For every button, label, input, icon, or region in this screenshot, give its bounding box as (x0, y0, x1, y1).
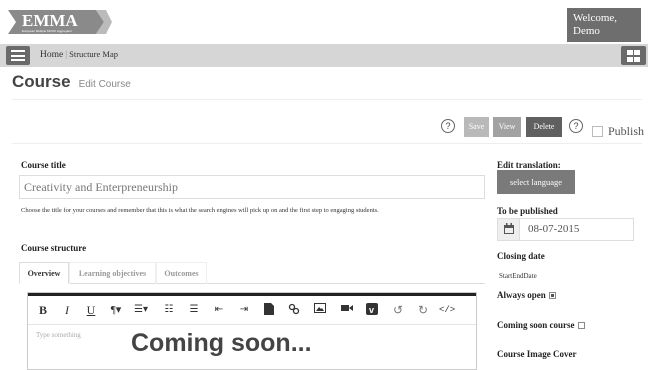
svg-text:v: v (369, 305, 374, 315)
video-icon[interactable] (341, 303, 355, 317)
coming-soon-checkbox[interactable] (577, 322, 585, 329)
help-icon[interactable]: ? (441, 119, 455, 133)
publish-label: Publish (608, 124, 645, 138)
top-header: EMMA European Multiple MOOC Aggregator W… (0, 0, 648, 44)
breadcrumb-current[interactable]: Structure Map (69, 49, 118, 59)
coming-soon-overlay: Coming soon... (131, 329, 312, 357)
coming-soon-option: Coming soon course (497, 320, 585, 330)
always-open-option: Always open (497, 290, 556, 300)
welcome-user-menu[interactable]: Welcome, Demo (567, 8, 641, 42)
emma-logo[interactable]: EMMA European Multiple MOOC Aggregator (8, 8, 112, 36)
breadcrumb-separator: | (65, 50, 68, 60)
save-button[interactable]: Save (464, 117, 489, 137)
calendar-icon[interactable] (498, 219, 520, 240)
username: Demo (573, 25, 600, 37)
page-title-main: Course (12, 72, 71, 91)
grid-view-button[interactable] (621, 46, 646, 65)
course-structure-tabs: Overview Learning objectives Outcomes (19, 262, 485, 284)
tab-learning-objectives[interactable]: Learning objectives (69, 262, 156, 284)
course-structure-label: Course structure (21, 243, 87, 253)
svg-text:EMMA: EMMA (22, 11, 78, 30)
unordered-list-icon[interactable]: ☰ (187, 303, 201, 317)
code-view-icon[interactable]: </> (439, 303, 455, 317)
breadcrumb-home-link[interactable]: Home (40, 50, 63, 60)
publish-help-icon[interactable]: ? (569, 119, 583, 133)
navigation-bar: Home | Structure Map (0, 44, 648, 67)
vimeo-icon[interactable]: v (366, 303, 380, 317)
course-title-label: Course title (21, 160, 66, 170)
publish-date-field[interactable]: 08-07-2015 (497, 218, 634, 241)
svg-text:European Multiple MOOC Aggrega: European Multiple MOOC Aggregator (22, 29, 72, 33)
editor-top-border (28, 293, 476, 296)
select-language-button[interactable]: select language (497, 170, 575, 194)
indent-icon[interactable]: ⇥ (237, 303, 251, 317)
closing-date-label: Closing date (497, 251, 545, 261)
document-icon[interactable] (264, 303, 276, 317)
menu-toggle-button[interactable] (6, 46, 30, 65)
delete-button[interactable]: Delete (526, 117, 562, 137)
tab-outcomes[interactable]: Outcomes (156, 262, 207, 284)
breadcrumb: Home | Structure Map (40, 49, 118, 60)
underline-icon[interactable]: U (85, 303, 97, 317)
course-title-hint: Choose the title for your courses and re… (21, 207, 379, 214)
page-subtitle: Edit Course (78, 79, 131, 90)
publish-date-label: To be published (497, 206, 558, 216)
publish-date-value: 08-07-2015 (528, 223, 580, 235)
bold-icon[interactable]: B (37, 303, 49, 317)
publish-checkbox[interactable] (592, 126, 603, 137)
paragraph-icon[interactable]: ¶▾ (107, 303, 125, 317)
align-icon[interactable]: ☰▾ (132, 303, 150, 317)
editor-placeholder: Type something (36, 331, 81, 339)
coming-soon-label: Coming soon course (497, 320, 575, 330)
image-cover-label: Course Image Cover (497, 349, 577, 359)
undo-icon[interactable]: ↺ (391, 303, 405, 317)
always-open-label: Always open (497, 290, 546, 300)
closing-date-value: StartEndDate (499, 272, 537, 280)
divider (12, 143, 642, 144)
link-icon[interactable] (288, 303, 302, 317)
view-button[interactable]: View (493, 117, 521, 137)
page-title: Course Edit Course (12, 72, 131, 92)
ordered-list-icon[interactable]: ☷ (162, 303, 176, 317)
divider (12, 99, 642, 100)
welcome-text: Welcome, (573, 12, 618, 24)
edit-translation-label: Edit translation: (497, 160, 561, 170)
course-title-input[interactable]: Creativity and Enterpreneurship (19, 175, 485, 199)
redo-icon[interactable]: ↻ (416, 303, 430, 317)
rich-text-editor[interactable]: B I U ¶▾ ☰▾ ☷ ☰ ⇤ ⇥ v ↺ ↻ </> Type somet… (27, 292, 477, 370)
image-icon[interactable] (314, 303, 328, 317)
editor-toolbar-divider (28, 324, 476, 325)
tab-overview[interactable]: Overview (19, 262, 69, 284)
outdent-icon[interactable]: ⇤ (212, 303, 226, 317)
italic-icon[interactable]: I (61, 303, 73, 317)
always-open-checkbox[interactable] (548, 292, 556, 299)
